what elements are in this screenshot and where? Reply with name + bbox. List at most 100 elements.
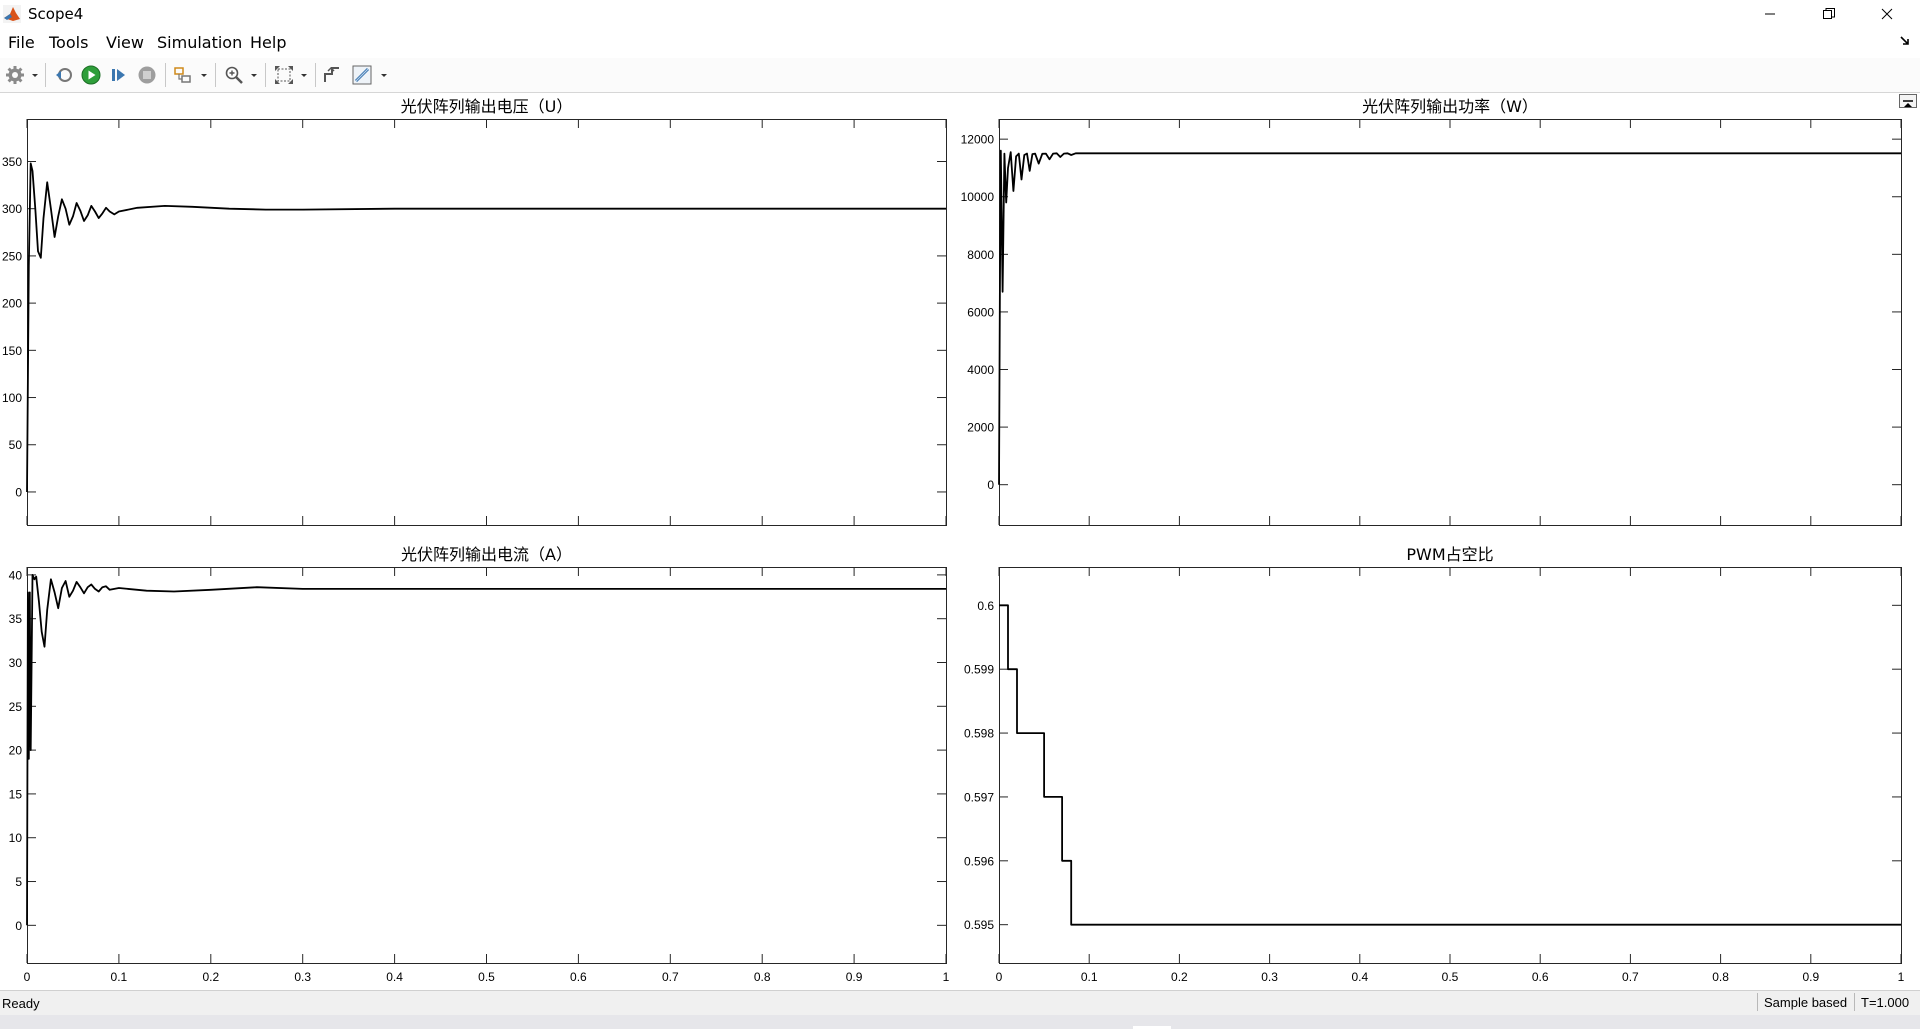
matlab-app-icon bbox=[3, 5, 21, 23]
scope-axes-2: 光伏阵列输出功率（W） 0 2000 4000 6000 8000 10000 12000 bbox=[961, 97, 1902, 526]
x-tick-label: 0.1 bbox=[111, 970, 128, 984]
status-text: Ready bbox=[2, 996, 40, 1011]
y-tick-label: 0 bbox=[15, 919, 22, 933]
axes-title: 光伏阵列输出电压（U） bbox=[401, 97, 573, 116]
y-tick-label: 300 bbox=[2, 202, 22, 216]
chevron-down-icon[interactable] bbox=[31, 70, 39, 80]
scope-axes-4: PWM占空比 0.595 0.596 0.597 0.598 0.599 0.6 0 0.1 0.… bbox=[964, 545, 1905, 984]
cursor-measurements-button[interactable] bbox=[350, 63, 374, 87]
y-tick-label: 30 bbox=[9, 656, 23, 670]
restore-icon bbox=[1823, 8, 1835, 19]
chevron-down-icon[interactable] bbox=[200, 70, 208, 80]
y-tick-label: 150 bbox=[2, 344, 22, 358]
x-tick-label: 0.5 bbox=[478, 970, 495, 984]
x-tick-label: 0.3 bbox=[1261, 970, 1278, 984]
toolbar-separator bbox=[215, 63, 216, 87]
x-tick-label: 1 bbox=[943, 970, 950, 984]
close-button[interactable] bbox=[1858, 0, 1916, 28]
status-bar: Ready Sample based T=1.000 bbox=[0, 990, 1920, 1015]
x-tick-label: 0.3 bbox=[294, 970, 311, 984]
axes-title: 光伏阵列输出电流（A） bbox=[401, 545, 572, 564]
stop-button[interactable] bbox=[135, 63, 159, 87]
scope-plots-svg: 光伏阵列输出电压（U）050100150200250300350光伏阵列输出功率… bbox=[2, 97, 1905, 984]
y-tick-label: 0.599 bbox=[964, 663, 994, 677]
y-tick-label: 250 bbox=[2, 249, 22, 263]
step-forward-icon bbox=[112, 69, 125, 81]
triggers-button[interactable] bbox=[320, 63, 344, 87]
axes-box bbox=[27, 567, 947, 964]
axes-title: 光伏阵列输出功率（W） bbox=[1362, 97, 1538, 116]
x-tick-label: 0.2 bbox=[202, 970, 219, 984]
minimize-icon bbox=[1765, 13, 1775, 15]
configuration-button[interactable] bbox=[3, 63, 27, 87]
step-back-icon bbox=[56, 68, 72, 82]
axes-box bbox=[999, 567, 1902, 964]
step-back-button[interactable] bbox=[52, 63, 76, 87]
stop-icon bbox=[138, 66, 156, 84]
scale-axes-button[interactable] bbox=[272, 63, 296, 87]
axes-title: PWM占空比 bbox=[1406, 545, 1493, 564]
x-tick-label: 0.7 bbox=[662, 970, 679, 984]
x-tick-label: 1 bbox=[1898, 970, 1905, 984]
y-tick-label: 8000 bbox=[967, 248, 994, 262]
x-tick-label: 0.6 bbox=[570, 970, 587, 984]
restore-button[interactable] bbox=[1800, 0, 1858, 28]
measurement-icon bbox=[352, 65, 372, 85]
simulation-time-indicator: T=1.000 bbox=[1854, 993, 1915, 1011]
x-tick-label: 0.4 bbox=[1351, 970, 1368, 984]
x-tick-label: 0.8 bbox=[1712, 970, 1729, 984]
y-tick-label: 0.597 bbox=[964, 790, 994, 804]
highlight-simulink-block-button[interactable] bbox=[172, 63, 196, 87]
y-tick-label: 0 bbox=[987, 478, 994, 492]
chevron-down-icon[interactable] bbox=[380, 70, 388, 80]
menu-help[interactable]: Help bbox=[250, 33, 286, 52]
sample-mode-indicator: Sample based bbox=[1757, 993, 1853, 1011]
y-tick-label: 15 bbox=[9, 787, 23, 801]
x-tick-label: 0.8 bbox=[754, 970, 771, 984]
y-tick-label: 35 bbox=[9, 612, 23, 626]
x-tick-label: 0.9 bbox=[846, 970, 863, 984]
toolbar-separator bbox=[265, 63, 266, 87]
y-tick-label: 2000 bbox=[967, 421, 994, 435]
axes-box bbox=[27, 119, 947, 526]
menu-view[interactable]: View bbox=[106, 33, 144, 52]
y-tick-label: 0.595 bbox=[964, 918, 994, 932]
y-tick-label: 200 bbox=[2, 297, 22, 311]
y-tick-label: 6000 bbox=[967, 305, 994, 319]
menu-tools[interactable]: Tools bbox=[49, 33, 88, 52]
zoom-button[interactable] bbox=[222, 63, 246, 87]
x-tick-label: 0.4 bbox=[386, 970, 403, 984]
chevron-down-icon[interactable] bbox=[300, 70, 308, 80]
trigger-icon bbox=[324, 66, 339, 82]
x-tick-label: 0.7 bbox=[1622, 970, 1639, 984]
x-tick-label: 0.1 bbox=[1081, 970, 1098, 984]
gear-icon bbox=[6, 66, 24, 84]
y-tick-label: 350 bbox=[2, 155, 22, 169]
y-tick-label: 50 bbox=[9, 438, 23, 452]
undock-icon[interactable] bbox=[1898, 33, 1912, 47]
y-tick-label: 10 bbox=[9, 831, 23, 845]
y-tick-label: 0.6 bbox=[977, 599, 994, 613]
zoom-in-icon bbox=[225, 66, 243, 84]
chevron-down-icon[interactable] bbox=[250, 70, 258, 80]
x-tick-label: 0.9 bbox=[1802, 970, 1819, 984]
x-tick-label: 0.2 bbox=[1171, 970, 1188, 984]
step-forward-button[interactable] bbox=[107, 63, 131, 87]
minimize-button[interactable] bbox=[1741, 0, 1799, 28]
window-title: Scope4 bbox=[28, 5, 84, 23]
x-tick-label: 0 bbox=[24, 970, 31, 984]
window-titlebar: Scope4 bbox=[0, 0, 1920, 28]
y-tick-label: 20 bbox=[9, 744, 23, 758]
block-diagram-icon bbox=[174, 67, 191, 83]
x-tick-label: 0.6 bbox=[1532, 970, 1549, 984]
y-tick-label: 100 bbox=[2, 391, 22, 405]
menu-file[interactable]: File bbox=[8, 33, 35, 52]
menu-simulation[interactable]: Simulation bbox=[157, 33, 242, 52]
y-tick-label: 4000 bbox=[967, 363, 994, 377]
scope-axes-1: 光伏阵列输出电压（U） 0 50 100 150 200 250 300 350 bbox=[2, 97, 947, 526]
toolbar-separator bbox=[45, 63, 46, 87]
toolbar-separator bbox=[165, 63, 166, 87]
run-button[interactable] bbox=[79, 63, 103, 87]
play-icon bbox=[81, 65, 101, 85]
close-icon bbox=[1881, 8, 1893, 20]
